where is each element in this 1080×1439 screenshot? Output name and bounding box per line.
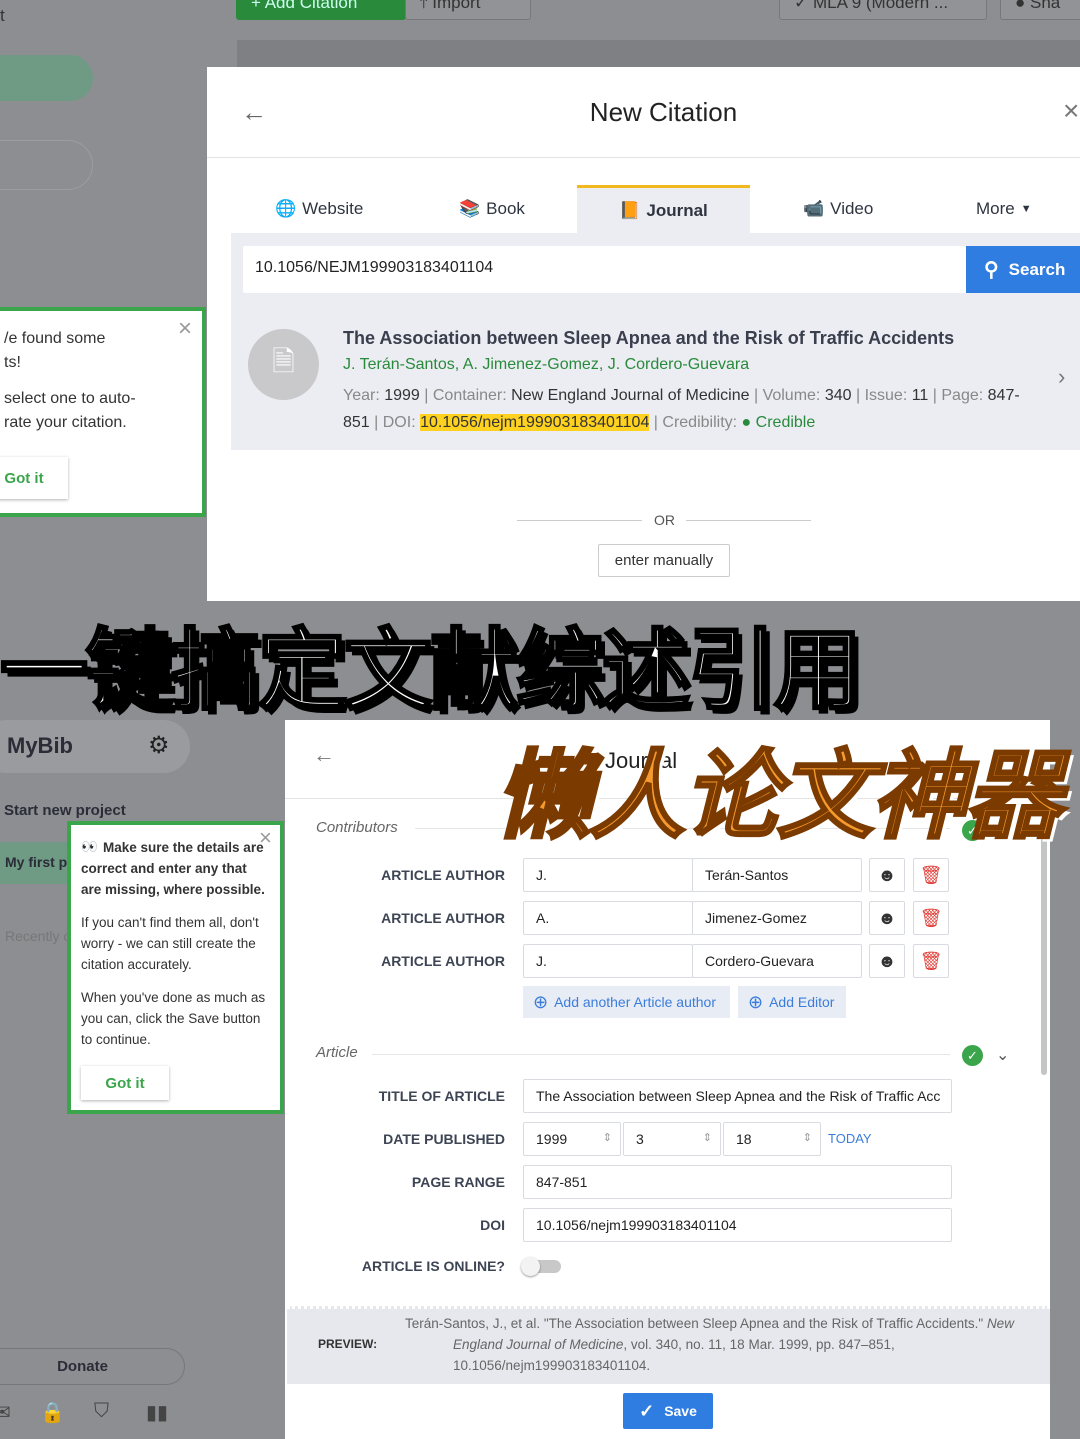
page-range-label: PAGE RANGE (411, 1174, 505, 1190)
credibility-value: Credible (755, 414, 816, 431)
divider (207, 157, 1080, 158)
doi-highlight: 10.1056/nejm199903183401104 (420, 414, 650, 431)
sidebar-pill (0, 140, 93, 190)
sidebar-partial-text: t (0, 6, 5, 25)
person-icon[interactable]: ☻ (869, 901, 905, 935)
got-it-button[interactable]: Got it (81, 1066, 169, 1100)
title-label: TITLE OF ARTICLE (378, 1088, 505, 1104)
person-icon[interactable]: ☻ (869, 858, 905, 892)
online-toggle[interactable] (521, 1257, 561, 1276)
check-circle-icon: ✓ (962, 1045, 983, 1066)
chevron-right-icon[interactable]: › (1058, 364, 1065, 390)
chevron-down-icon[interactable]: ⌄ (996, 1045, 1009, 1065)
preview-label: PREVIEW: (318, 1337, 378, 1351)
document-icon: 🗎 (248, 329, 319, 400)
tab-website[interactable]: 🌐 Website (275, 185, 363, 233)
plus-circle-icon: ⊕ (748, 991, 764, 1012)
tab-video[interactable]: 📹 Video (803, 185, 873, 233)
tab-journal[interactable]: 📙 Journal (577, 185, 750, 233)
trash-icon[interactable]: 🗑 (913, 858, 949, 892)
page-range-input[interactable]: 847-851 (523, 1165, 952, 1199)
author-first-name-input[interactable]: J. (523, 858, 693, 892)
month-stepper[interactable]: 3 ⇕ (623, 1122, 721, 1156)
subheadline: 懒人论文神器 (494, 742, 1063, 852)
result-meta: Year: 1999 | Container: New England Jour… (343, 387, 1020, 431)
doi-input[interactable]: 10.1056/nejm199903183401104 (523, 1208, 952, 1242)
donate-button[interactable]: Donate (0, 1348, 185, 1385)
scrollbar[interactable] (1041, 820, 1047, 1075)
start-new-project[interactable]: Start new project (4, 802, 126, 819)
tab-book[interactable]: 📚 Book (459, 185, 525, 233)
modal-title: New Citation (589, 97, 738, 127)
search-button[interactable]: ⚲ Search (966, 246, 1080, 293)
citation-style-button[interactable]: ✓ MLA 9 (Modern ... (779, 0, 987, 20)
divider (372, 1054, 950, 1055)
globe-icon: 🌐 (275, 199, 297, 218)
tab-more[interactable]: More ▼ (976, 185, 1032, 233)
got-it-button[interactable]: Got it (0, 457, 68, 499)
doi-search-input[interactable]: 10.1056/NEJM199903183401104 (243, 246, 966, 293)
date-label: DATE PUBLISHED (383, 1131, 505, 1147)
add-author-button[interactable]: ⊕ Add another Article author (523, 986, 730, 1018)
save-button[interactable]: ✓ Save (623, 1393, 713, 1429)
result-title: The Association between Sleep Apnea and … (343, 328, 955, 348)
close-icon[interactable]: × (1063, 95, 1079, 127)
journal-icon: 📙 (619, 200, 641, 220)
author-label: ARTICLE AUTHOR (381, 953, 505, 969)
person-icon[interactable]: ☻ (869, 944, 905, 978)
trash-icon[interactable]: 🗑 (913, 901, 949, 935)
author-last-name-input[interactable]: Cordero-Guevara (692, 944, 862, 978)
check-icon: ✓ (639, 1400, 655, 1421)
import-button[interactable]: ⤒ Import (405, 0, 531, 20)
trash-icon[interactable]: 🗑 (913, 944, 949, 978)
brand-name: MyBib (7, 733, 73, 758)
search-icon: ⚲ (984, 259, 999, 281)
close-icon[interactable]: × (259, 827, 272, 849)
article-heading: Article (316, 1044, 358, 1061)
plus-circle-icon: ⊕ (533, 991, 549, 1012)
film-icon[interactable]: ▮▮ (146, 1400, 168, 1425)
or-divider-right (686, 520, 811, 521)
enter-manually-button[interactable]: enter manually (598, 544, 730, 577)
author-first-name-input[interactable]: A. (523, 901, 693, 935)
author-label: ARTICLE AUTHOR (381, 867, 505, 883)
add-editor-button[interactable]: ⊕ Add Editor (738, 986, 846, 1018)
author-last-name-input[interactable]: Terán-Santos (692, 858, 862, 892)
search-result[interactable]: 🗎 The Association between Sleep Apnea an… (231, 310, 1080, 450)
result-authors: J. Terán-Santos, A. Jimenez-Gomez, J. Co… (343, 356, 750, 373)
year-stepper[interactable]: 1999 ⇕ (523, 1122, 621, 1156)
author-label: ARTICLE AUTHOR (381, 910, 505, 926)
lock-icon[interactable]: 🔒 (40, 1400, 65, 1425)
online-label: ARTICLE IS ONLINE? (361, 1258, 505, 1274)
title-input[interactable]: The Association between Sleep Apnea and … (523, 1079, 952, 1113)
author-last-name-input[interactable]: Jimenez-Gomez (692, 901, 862, 935)
eyes-icon: 👀 (81, 839, 98, 854)
or-text: OR (654, 512, 675, 528)
sidebar-active-pill (0, 55, 93, 101)
or-divider-left (517, 520, 642, 521)
books-icon: 📚 (459, 199, 481, 218)
close-icon[interactable]: × (178, 317, 192, 341)
credible-dot-icon: ● (741, 414, 752, 431)
camera-icon: 📹 (803, 199, 825, 218)
author-first-name-input[interactable]: J. (523, 944, 693, 978)
shield-icon[interactable]: ⛉ (94, 1400, 109, 1423)
background-panel (237, 40, 1080, 70)
headline: 一键搞定文献综述引用 (0, 620, 864, 722)
mail-icon[interactable]: ✉ (0, 1400, 11, 1425)
gear-icon[interactable]: ⚙ (148, 731, 170, 760)
contributors-heading: Contributors (316, 819, 398, 836)
day-stepper[interactable]: 18 ⇕ (723, 1122, 821, 1156)
recently-item[interactable]: Recently c (5, 928, 70, 944)
share-button[interactable]: ● Sha (1000, 0, 1080, 20)
add-citation-button[interactable]: + Add Citation (236, 0, 406, 20)
preview-citation: Terán-Santos, J., et al. "The Associatio… (405, 1316, 1014, 1373)
today-link[interactable]: TODAY (828, 1131, 872, 1146)
caret-down-icon: ▼ (1020, 203, 1032, 215)
back-arrow-icon[interactable]: ← (313, 742, 335, 768)
doi-label: DOI (480, 1217, 505, 1233)
